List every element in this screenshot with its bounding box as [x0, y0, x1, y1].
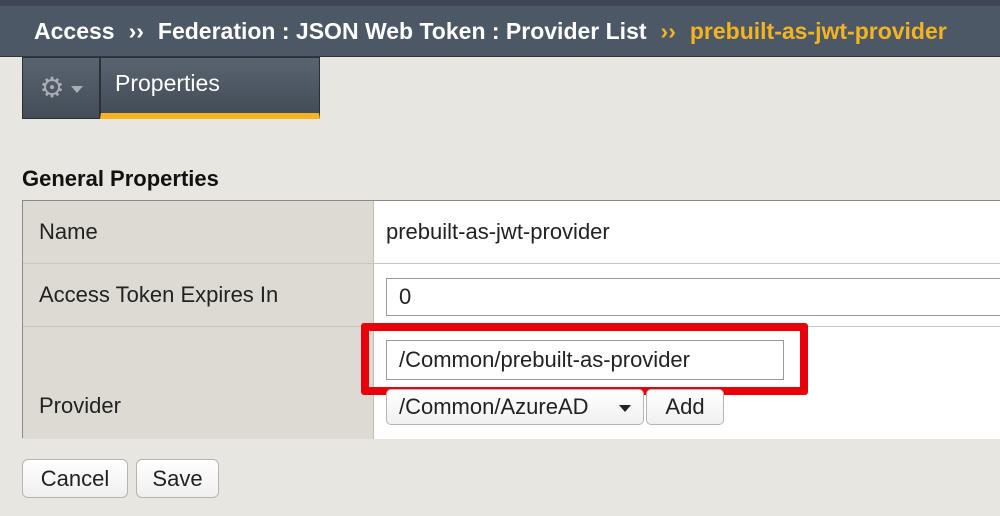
gear-icon: ⚙ — [39, 72, 65, 103]
access-token-expires-input[interactable] — [386, 278, 1000, 316]
name-value: prebuilt-as-jwt-provider — [386, 219, 610, 244]
section-title: General Properties — [22, 166, 219, 191]
breadcrumb-separator: ›› — [660, 17, 676, 44]
breadcrumb: Access ›› Federation : JSON Web Token : … — [0, 0, 1000, 57]
chevron-down-icon — [70, 85, 83, 93]
save-button[interactable]: Save — [136, 459, 219, 498]
provider-input[interactable] — [386, 340, 784, 380]
row-name: Name prebuilt-as-jwt-provider — [23, 201, 1000, 264]
add-provider-button[interactable]: Add — [646, 389, 724, 425]
tab-bar: ⚙ Properties — [0, 57, 1000, 120]
breadcrumb-current: prebuilt-as-jwt-provider — [689, 17, 947, 44]
breadcrumb-item-access[interactable]: Access — [34, 18, 115, 45]
dropdown-arrow-icon — [619, 405, 631, 412]
access-token-expires-label: Access Token Expires In — [23, 264, 374, 326]
provider-select-value: /Common/AzureAD — [399, 394, 589, 419]
name-label: Name — [23, 201, 374, 263]
breadcrumb-item-provider-list[interactable]: Federation : JSON Web Token : Provider L… — [158, 18, 647, 45]
cancel-button[interactable]: Cancel — [22, 459, 128, 498]
breadcrumb-separator: ›› — [128, 17, 144, 44]
access-token-expires-cell — [374, 264, 1000, 326]
provider-cell: /Common/AzureAD Add — [361, 323, 1000, 439]
name-value-cell: prebuilt-as-jwt-provider — [374, 201, 1000, 263]
provider-select[interactable]: /Common/AzureAD — [386, 389, 644, 425]
properties-table: Name prebuilt-as-jwt-provider Access Tok… — [22, 200, 1000, 439]
provider-label: Provider — [23, 327, 374, 439]
settings-menu-button[interactable]: ⚙ — [22, 57, 100, 119]
row-access-token-expires: Access Token Expires In — [23, 264, 1000, 327]
row-provider: Provider /Common/AzureAD Add — [23, 323, 1000, 439]
tab-properties[interactable]: Properties — [100, 57, 320, 119]
